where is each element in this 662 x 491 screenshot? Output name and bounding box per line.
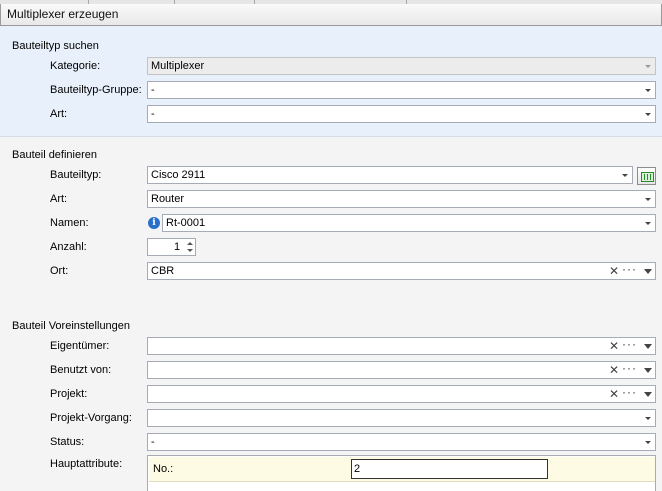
art-select[interactable]: Router [147,190,656,208]
kategorie-label: Kategorie: [50,60,101,72]
status-label: Status: [50,436,85,448]
section-title-search: Bauteiltyp suchen [12,40,99,52]
projekt-vorgang-label: Projekt-Vorgang: [50,412,132,424]
kategorie-value: Multiplexer [151,60,205,72]
chevron-down-icon [645,89,651,92]
more-icon[interactable]: ··· [622,262,637,276]
more-icon[interactable]: ··· [622,361,637,375]
art-label: Art: [50,193,68,205]
projekt-select[interactable]: ✕ ··· [147,385,656,403]
eigentuemer-label: Eigentümer: [50,340,110,352]
chevron-down-icon [645,417,651,420]
status-value: - [151,436,155,448]
attribute-value-input[interactable]: 2 [351,459,548,479]
anzahl-value: 1 [174,241,181,253]
chevron-down-icon [645,222,651,225]
projekt-vorgang-select[interactable] [147,409,656,427]
more-icon[interactable]: ··· [622,385,637,399]
component-picker-button[interactable] [637,167,656,185]
bauteiltyp-select[interactable]: Cisco 2911 [147,166,633,184]
stepper-down-icon[interactable] [185,247,195,256]
chevron-down-icon[interactable] [644,392,652,397]
clear-icon[interactable]: ✕ [609,363,619,377]
art-search-label: Art: [50,108,68,120]
ort-select[interactable]: CBR ✕ ··· [147,262,656,280]
chevron-down-icon [645,441,651,444]
art-search-select[interactable]: - [147,105,656,123]
projekt-label: Projekt: [50,388,88,400]
eigentuemer-select[interactable]: ✕ ··· [147,337,656,355]
benutzt-von-select[interactable]: ✕ ··· [147,361,656,379]
more-icon[interactable]: ··· [622,337,637,351]
anzahl-label: Anzahl: [50,241,87,253]
chevron-down-icon[interactable] [644,344,652,349]
attribute-key: No.: [153,463,174,475]
clear-icon[interactable]: ✕ [609,387,619,401]
chevron-down-icon [645,65,651,68]
chevron-down-icon [645,198,651,201]
ort-value: CBR [151,265,175,277]
namen-value: Rt-0001 [166,217,206,229]
bauteiltyp-label: Bauteiltyp: [50,169,102,181]
chevron-down-icon [622,174,628,177]
bauteiltyp-value: Cisco 2911 [151,169,206,181]
art-value: Router [151,193,185,205]
benutzt-von-label: Benutzt von: [50,364,112,376]
art-search-value: - [151,108,155,120]
chevron-down-icon [645,113,651,116]
table-row: No.: 2 [149,457,655,482]
status-select[interactable]: - [147,433,656,451]
namen-select[interactable]: Rt-0001 [162,214,656,232]
section-title-define: Bauteil definieren [12,149,98,161]
info-icon[interactable]: i [148,217,160,229]
namen-label: Namen: [50,217,89,229]
clear-icon[interactable]: ✕ [609,339,619,353]
dialog-title: Multiplexer erzeugen [7,7,119,21]
clear-icon[interactable]: ✕ [609,264,619,278]
hauptattribute-label: Hauptattribute: [50,458,123,470]
chevron-down-icon[interactable] [644,269,652,274]
gruppe-label: Bauteiltyp-Gruppe: [50,84,142,96]
chip-icon [641,172,654,182]
hauptattribute-grid: No.: 2 [147,455,656,491]
ort-label: Ort: [50,265,69,277]
section-title-defaults: Bauteil Voreinstellungen [12,320,131,332]
gruppe-value: - [151,84,155,96]
bauteiltyp-gruppe-select[interactable]: - [147,81,656,99]
dialog-titlebar: Multiplexer erzeugen [0,4,662,26]
kategorie-select[interactable]: Multiplexer [147,57,656,75]
chevron-down-icon[interactable] [644,368,652,373]
